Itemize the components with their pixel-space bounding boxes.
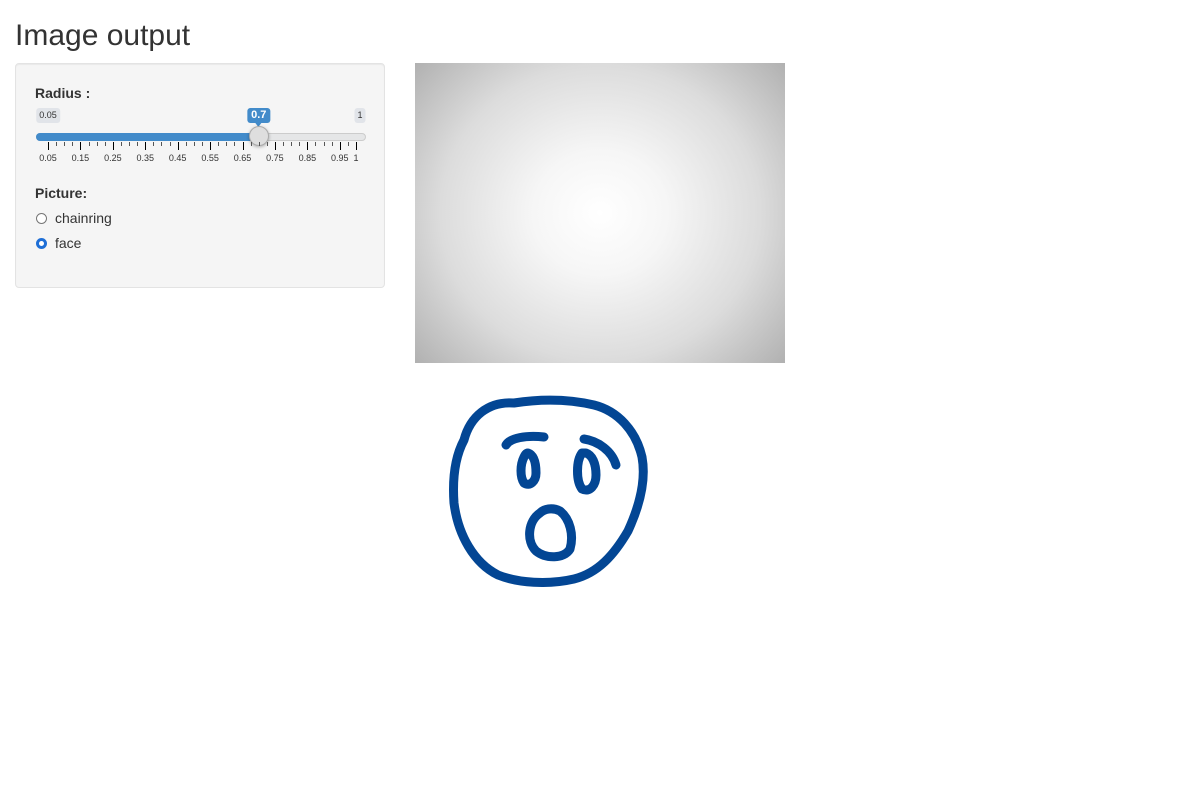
sidebar-panel: Radius : 0.05 1 0.7 0.05 0.15 0.25 0.35 0.45… bbox=[15, 63, 385, 288]
slider-tick-label: 0.05 bbox=[39, 153, 57, 163]
face-left-brow bbox=[501, 431, 549, 450]
slider-minor-tick bbox=[347, 142, 349, 146]
face-drawing-icon bbox=[449, 395, 648, 587]
slider-minor-tick bbox=[202, 142, 203, 146]
slider-minor-tick bbox=[299, 142, 301, 146]
slider-tick-label: 0.35 bbox=[136, 153, 155, 163]
slider-tick-label: 0.65 bbox=[233, 153, 252, 163]
slider-minor-tick bbox=[72, 142, 74, 146]
slider-tick-label: 0.25 bbox=[104, 153, 122, 163]
slider-major-tick bbox=[339, 142, 341, 150]
face-right-eye bbox=[573, 448, 601, 495]
slider-minor-tick bbox=[315, 142, 317, 146]
slider-tick-label: 0.85 bbox=[298, 153, 317, 163]
slider-minor-tick bbox=[161, 142, 163, 146]
page-title: Image output bbox=[15, 19, 191, 52]
slider-tick-label: 0.55 bbox=[201, 153, 219, 163]
slider-minor-tick bbox=[153, 142, 155, 146]
slider-minor-tick bbox=[96, 142, 98, 146]
slider-major-tick bbox=[242, 142, 244, 150]
slider-major-tick bbox=[210, 142, 212, 150]
slider-minor-tick bbox=[88, 142, 90, 146]
slider-max-label: 1 bbox=[354, 108, 366, 123]
slider-minor-tick bbox=[104, 142, 106, 146]
slider-minor-tick bbox=[193, 142, 195, 146]
slider-minor-tick bbox=[226, 142, 228, 146]
slider-major-tick bbox=[80, 142, 82, 150]
slider-major-tick bbox=[274, 142, 276, 150]
slider-major-tick bbox=[356, 142, 357, 150]
slider-minor-tick bbox=[64, 142, 66, 146]
slider-tick-label: 0.95 bbox=[331, 153, 349, 163]
slider-fill bbox=[36, 133, 259, 141]
slider-minor-tick bbox=[56, 142, 58, 146]
slider-tick-label: 0.15 bbox=[71, 153, 90, 163]
radio-button-chainring[interactable] bbox=[36, 212, 47, 224]
radius-slider[interactable]: 0.05 1 0.7 0.05 0.15 0.25 0.35 0.45 0.55 0.65 0… bbox=[36, 108, 366, 168]
slider-minor-tick bbox=[323, 142, 325, 146]
slider-major-tick bbox=[307, 142, 309, 150]
slider-major-tick bbox=[112, 142, 114, 150]
face-mouth bbox=[525, 504, 577, 562]
slider-minor-tick bbox=[258, 142, 260, 146]
slider-minor-tick bbox=[291, 142, 293, 146]
radial-gradient-image bbox=[415, 63, 785, 363]
radio-button-face[interactable] bbox=[36, 237, 47, 249]
slider-minor-tick bbox=[185, 142, 187, 146]
radio-label-face[interactable]: face bbox=[55, 235, 81, 251]
radio-option-chainring[interactable]: chainring bbox=[36, 208, 112, 228]
radio-option-face[interactable]: face bbox=[36, 233, 81, 253]
slider-minor-tick bbox=[250, 142, 252, 146]
slider-minor-tick bbox=[120, 142, 122, 146]
slider-min-label: 0.05 bbox=[36, 108, 60, 123]
slider-minor-tick bbox=[137, 142, 139, 146]
slider-tick-label: 0.45 bbox=[168, 153, 187, 163]
radius-label: Radius : bbox=[35, 85, 91, 101]
slider-minor-tick bbox=[234, 142, 236, 146]
slider-major-tick bbox=[145, 142, 147, 150]
slider-major-tick bbox=[177, 142, 179, 150]
slider-minor-tick bbox=[283, 142, 285, 146]
radio-label-chainring[interactable]: chainring bbox=[55, 210, 112, 226]
slider-minor-tick bbox=[169, 142, 171, 146]
slider-tick-label: 0.75 bbox=[266, 153, 284, 163]
slider-minor-tick bbox=[266, 142, 268, 146]
slider-value-label: 0.7 bbox=[247, 108, 271, 127]
picture-label: Picture: bbox=[35, 185, 88, 201]
face-left-eye bbox=[516, 448, 541, 489]
slider-minor-tick bbox=[218, 142, 220, 146]
slider-major-tick bbox=[48, 142, 49, 150]
slider-minor-tick bbox=[331, 142, 333, 146]
slider-tick-label: 1 bbox=[353, 153, 359, 163]
slider-minor-tick bbox=[129, 142, 131, 146]
